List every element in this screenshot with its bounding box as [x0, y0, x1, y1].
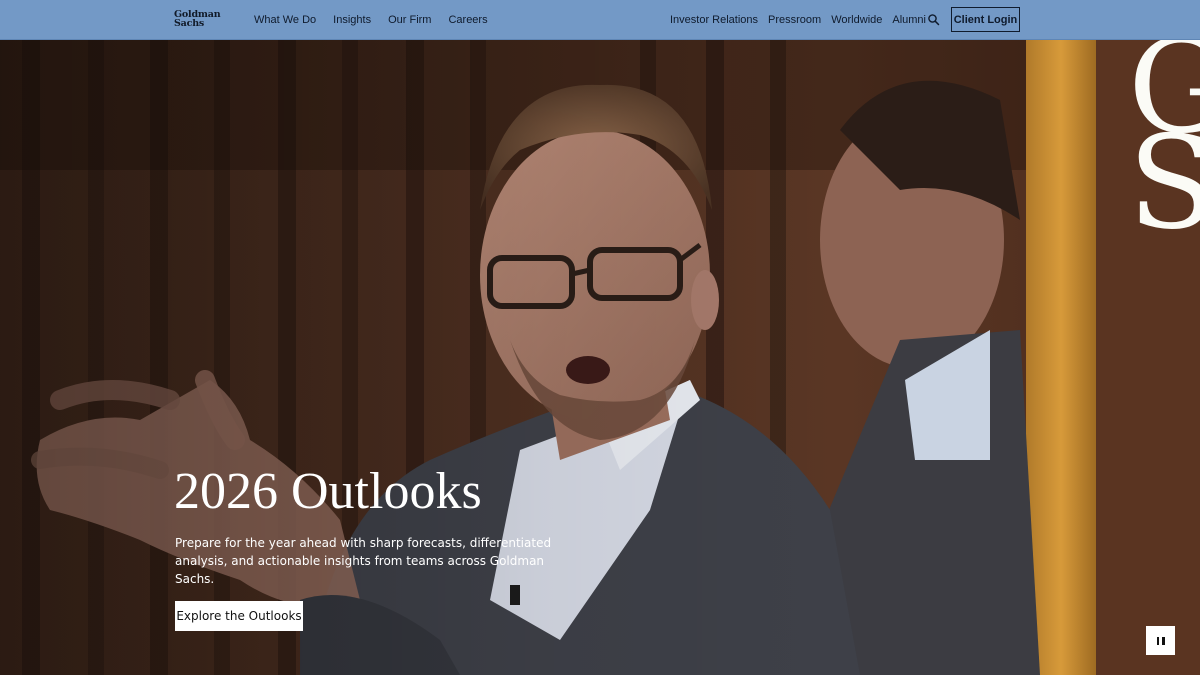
secondary-nav: Investor Relations Pressroom Worldwide A…: [660, 0, 926, 40]
hero-title: 2026 Outlooks: [174, 463, 482, 520]
nav-link-what-we-do[interactable]: What We Do: [254, 14, 316, 26]
nav-link-careers[interactable]: Careers: [448, 14, 487, 26]
pause-icon[interactable]: [1146, 626, 1175, 655]
search-icon-svg: [928, 14, 940, 26]
monogram-s: S: [1128, 109, 1200, 258]
primary-nav: What We Do Insights Our Firm Careers: [254, 0, 505, 40]
hero-description: Prepare for the year ahead with sharp fo…: [175, 536, 552, 586]
client-login-button[interactable]: Client Login: [951, 7, 1020, 32]
nav-link-investor-relations[interactable]: Investor Relations: [670, 14, 758, 26]
top-navigation: Goldman Sachs What We Do Insights Our Fi…: [0, 0, 1200, 40]
pause-bar-left: [1156, 636, 1159, 645]
logo-line-2: Sachs: [174, 18, 205, 29]
gs-monogram: G S: [1128, 40, 1200, 255]
nav-link-pressroom[interactable]: Pressroom: [768, 14, 821, 26]
nav-link-insights[interactable]: Insights: [333, 14, 371, 26]
goldman-sachs-logo[interactable]: Goldman Sachs: [174, 10, 221, 30]
hero-banner: G S 2026 Outlooks Prepare for the year a…: [0, 40, 1200, 675]
nav-link-our-firm[interactable]: Our Firm: [388, 14, 431, 26]
nav-link-worldwide[interactable]: Worldwide: [831, 14, 882, 26]
search-icon[interactable]: [927, 13, 941, 27]
nav-link-alumni[interactable]: Alumni: [892, 14, 926, 26]
pause-bar-right: [1162, 636, 1165, 645]
explore-outlooks-button[interactable]: Explore the Outlooks: [175, 601, 303, 631]
